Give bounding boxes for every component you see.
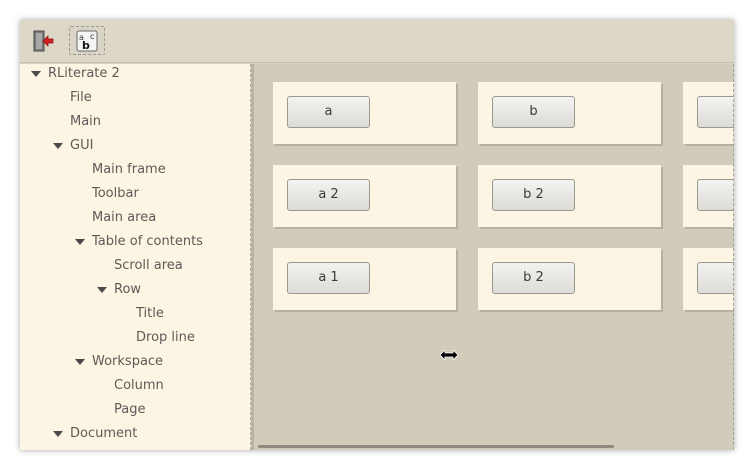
page-button[interactable]: a 2 (287, 179, 370, 211)
expand-caret-icon[interactable] (53, 431, 63, 437)
toc-row-title: Workspace (92, 354, 164, 369)
toc-row[interactable]: Main (70, 112, 101, 132)
page-button[interactable]: c (697, 262, 734, 294)
svg-text:b: b (82, 39, 90, 52)
page-button[interactable]: a 1 (287, 262, 370, 294)
toc-row[interactable]: Workspace (75, 352, 164, 372)
page-card[interactable]: c (683, 165, 734, 227)
toc-row-title: Toolbar (92, 186, 139, 201)
exit-door-icon (33, 30, 54, 51)
abc-text-icon: a c b (76, 30, 98, 52)
toc-row-title: Column (114, 378, 164, 393)
editor-button[interactable]: a c b (69, 26, 105, 55)
page-card[interactable]: a 1 (273, 248, 456, 310)
quit-button[interactable] (28, 26, 58, 55)
page-card[interactable]: a (273, 82, 456, 144)
page-button[interactable]: b 2 (492, 179, 575, 211)
toc-row[interactable]: Row (97, 280, 142, 300)
toc-row-title: Scroll area (114, 258, 183, 273)
page-card[interactable]: c (683, 248, 734, 310)
page-card[interactable] (683, 82, 734, 144)
toc-row[interactable]: Scroll area (114, 256, 183, 276)
toc-row[interactable]: RLiterate 2 (31, 64, 120, 84)
toc-row-title: Drop line (136, 330, 195, 345)
toc-row[interactable]: Column (114, 376, 164, 396)
resize-horizontal-cursor-icon (440, 350, 458, 360)
toc-row-title: Page (114, 402, 146, 417)
app-window: a c b RLiterate 2 File Main GUI Main fra… (20, 20, 734, 450)
toc-row-title: Main (70, 114, 102, 129)
svg-text:c: c (90, 32, 94, 41)
page-card[interactable]: a 2 (273, 165, 456, 227)
toc-row[interactable]: Table of contents (75, 232, 203, 252)
toc-row-title: RLiterate 2 (48, 66, 120, 81)
toc-row-title: Row (114, 282, 142, 297)
toc-row-title: File (70, 90, 92, 105)
toc-row-title: Main frame (92, 162, 166, 177)
page-button[interactable]: a (287, 96, 370, 128)
page-button[interactable]: c (697, 179, 734, 211)
expand-caret-icon[interactable] (75, 359, 85, 365)
toc-row-title: GUI (70, 138, 94, 153)
toc-row[interactable]: Main frame (92, 160, 166, 180)
toc-row[interactable]: Page (114, 400, 145, 420)
toc-row[interactable]: Document (53, 424, 138, 444)
toc-row-title: Table of contents (92, 234, 203, 249)
horizontal-scrollbar[interactable] (258, 445, 614, 448)
page-card[interactable]: b 2 (478, 165, 661, 227)
page-button[interactable]: b 2 (492, 262, 575, 294)
table-of-contents[interactable]: RLiterate 2 File Main GUI Main frame Too… (20, 64, 251, 450)
workspace-edge (733, 64, 734, 450)
page-card[interactable]: b (478, 82, 661, 144)
toc-row-title: Document (70, 426, 138, 441)
toc-row[interactable]: GUI (53, 136, 94, 156)
toc-row[interactable]: File (70, 88, 92, 108)
workspace[interactable]: a a 2 a 1 b b 2 b 2 c c (254, 64, 734, 450)
toolbar: a c b (20, 20, 734, 63)
toc-row[interactable]: Toolbar (92, 184, 139, 204)
expand-caret-icon[interactable] (31, 71, 41, 77)
toc-row[interactable]: Main area (92, 208, 156, 228)
expand-caret-icon[interactable] (75, 239, 85, 245)
page-button[interactable]: b (492, 96, 575, 128)
toc-row[interactable]: Title (136, 304, 164, 324)
page-card[interactable]: b 2 (478, 248, 661, 310)
expand-caret-icon[interactable] (53, 143, 63, 149)
toc-row[interactable]: Drop line (136, 328, 195, 348)
toc-row-title: Main area (92, 210, 157, 225)
expand-caret-icon[interactable] (97, 287, 107, 293)
page-button[interactable] (697, 96, 734, 128)
toc-row-title: Title (136, 306, 164, 321)
